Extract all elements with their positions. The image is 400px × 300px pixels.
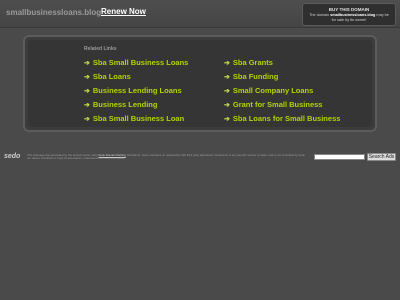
arrow-right-icon: ➔ <box>224 60 230 67</box>
related-link[interactable]: ➔ Business Lending Loans <box>84 86 188 100</box>
related-link[interactable]: ➔ Sba Funding <box>224 72 340 86</box>
search-input[interactable] <box>314 154 365 160</box>
related-links-right-column: ➔ Sba Grants ➔ Sba Funding ➔ Small Company … <box>224 58 340 128</box>
related-links-inner: Related Links ➔ Sba Small Business Loans … <box>28 40 372 127</box>
arrow-right-icon: ➔ <box>224 88 230 95</box>
arrow-right-icon: ➔ <box>84 116 90 123</box>
search-ads-button[interactable]: Search Ads <box>367 153 396 161</box>
arrow-right-icon: ➔ <box>84 74 90 81</box>
buy-domain-text: The domain smallbusinessloans.blog may b… <box>309 13 389 22</box>
arrow-right-icon: ➔ <box>224 102 230 109</box>
domain-name: smallbusinessloans.blog <box>6 8 102 17</box>
top-bar: smallbusinessloans.blog Renew Now BUY TH… <box>0 0 400 28</box>
related-link[interactable]: ➔ Sba Small Business Loans <box>84 58 188 72</box>
related-link[interactable]: ➔ Business Lending <box>84 100 188 114</box>
buy-domain-box[interactable]: BUY THIS DOMAIN The domain smallbusiness… <box>302 3 396 26</box>
related-links-heading: Related Links <box>84 46 117 52</box>
related-links-panel: Related Links ➔ Sba Small Business Loans … <box>23 35 377 132</box>
renew-now-link[interactable]: Renew Now <box>101 7 146 16</box>
arrow-right-icon: ➔ <box>224 116 230 123</box>
related-link[interactable]: ➔ Grant for Small Business <box>224 100 340 114</box>
related-links-left-column: ➔ Sba Small Business Loans ➔ Sba Loans ➔ Bu… <box>84 58 188 128</box>
related-link[interactable]: ➔ Sba Loans <box>84 72 188 86</box>
related-link[interactable]: ➔ Sba Loans for Small Business <box>224 114 340 128</box>
related-link[interactable]: ➔ Sba Grants <box>224 58 340 72</box>
arrow-right-icon: ➔ <box>84 102 90 109</box>
related-link[interactable]: ➔ Sba Small Business Loan <box>84 114 188 128</box>
sedo-logo: sedo <box>4 153 21 160</box>
related-link[interactable]: ➔ Small Company Loans <box>224 86 340 100</box>
arrow-right-icon: ➔ <box>224 74 230 81</box>
arrow-right-icon: ➔ <box>84 60 90 67</box>
disclaimer-text: This webpage was generated by the domain… <box>27 153 305 161</box>
buy-domain-title: BUY THIS DOMAIN <box>328 7 370 12</box>
arrow-right-icon: ➔ <box>84 88 90 95</box>
footer: sedo This webpage was generated by the d… <box>0 150 400 164</box>
